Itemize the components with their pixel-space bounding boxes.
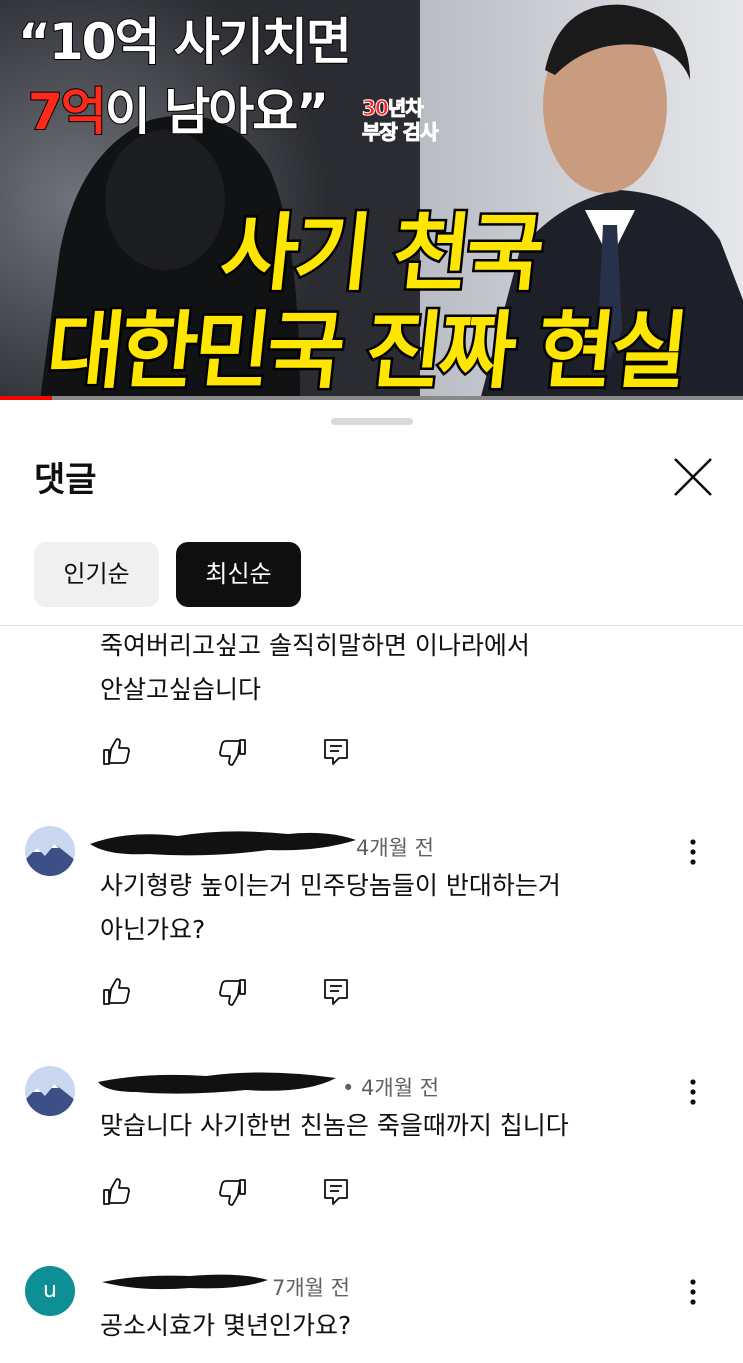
thumbnail-quote-line1: “10억 사기치면: [17, 12, 353, 72]
thumbnail-quote-rest: 이 남아요”: [104, 82, 330, 142]
reply-icon[interactable]: [320, 736, 352, 768]
more-vert-icon[interactable]: [684, 836, 702, 868]
redacted-author-name: [102, 1274, 268, 1290]
avatar[interactable]: [25, 826, 75, 876]
reply-icon[interactable]: [320, 976, 352, 1008]
dislike-icon[interactable]: [217, 976, 249, 1008]
thumbnail-headline-line2: 대한민국 진짜 현실: [40, 300, 692, 401]
comment-text: 사기형량 높이는거 민주당놈들이 반대하는거 아닌가요?: [100, 864, 561, 952]
comment-line: 안살고싶습니다: [100, 675, 262, 704]
comment-text: 맞습니다 사기한번 친놈은 죽을때까지 칩니다: [100, 1104, 569, 1148]
comment-time: • 4개월 전: [342, 1076, 440, 1100]
redacted-author-name: [98, 1072, 336, 1094]
panel-title: 댓글: [34, 460, 97, 500]
avatar-image: [25, 826, 75, 876]
more-vert-icon[interactable]: [684, 1276, 702, 1308]
comment-text: 공소시효가 몇년인가요?: [100, 1304, 351, 1348]
comment-time: 4개월 전: [356, 836, 434, 860]
avatar[interactable]: [25, 1066, 75, 1116]
drag-handle[interactable]: [331, 418, 413, 425]
comment-line: 공소시효가 몇년인가요?: [100, 1311, 352, 1340]
like-icon[interactable]: [100, 976, 132, 1008]
close-icon[interactable]: [670, 454, 716, 500]
thumbnail-quote-highlight: 7억: [27, 82, 108, 142]
comment-line: 맞습니다 사기한번 친놈은 죽을때까지 칩니다: [100, 1111, 569, 1140]
comment-time: 7개월 전: [272, 1276, 350, 1300]
dislike-icon[interactable]: [217, 1176, 249, 1208]
comment-line: 아닌가요?: [100, 915, 206, 944]
more-vert-icon[interactable]: [684, 1076, 702, 1108]
thumbnail-quote-line2: 7억이 남아요”: [27, 72, 330, 144]
thumbnail-tag-line2: 부장 검사: [362, 120, 440, 145]
dislike-icon[interactable]: [217, 736, 249, 768]
like-icon[interactable]: [100, 1176, 132, 1208]
like-icon[interactable]: [100, 736, 132, 768]
comment-line: 사기형량 높이는거 민주당놈들이 반대하는거: [100, 871, 561, 900]
avatar[interactable]: u: [25, 1266, 75, 1316]
video-thumbnail[interactable]: “10억 사기치면 7억이 남아요” 30년차 부장 검사 사기 천국 대한민국…: [0, 0, 743, 400]
comment-line: 죽여버리고싶고 솔직히말하면 이나라에서: [100, 631, 530, 660]
comment-text: 죽여버리고싶고 솔직히말하면 이나라에서 안살고싶습니다: [100, 624, 530, 712]
avatar-image: [25, 1066, 75, 1116]
sort-tab-newest[interactable]: 최신순: [176, 542, 301, 607]
sort-tab-popular[interactable]: 인기순: [34, 542, 159, 607]
comments-panel: 댓글 인기순 최신순 죽여버리고싶고 솔직히말하면 이나라에서 안살고싶습니다 …: [0, 402, 743, 1363]
video-progress-bar[interactable]: [0, 396, 743, 400]
video-progress-fill: [0, 396, 52, 400]
reply-icon[interactable]: [320, 1176, 352, 1208]
redacted-author-name: [90, 831, 356, 856]
